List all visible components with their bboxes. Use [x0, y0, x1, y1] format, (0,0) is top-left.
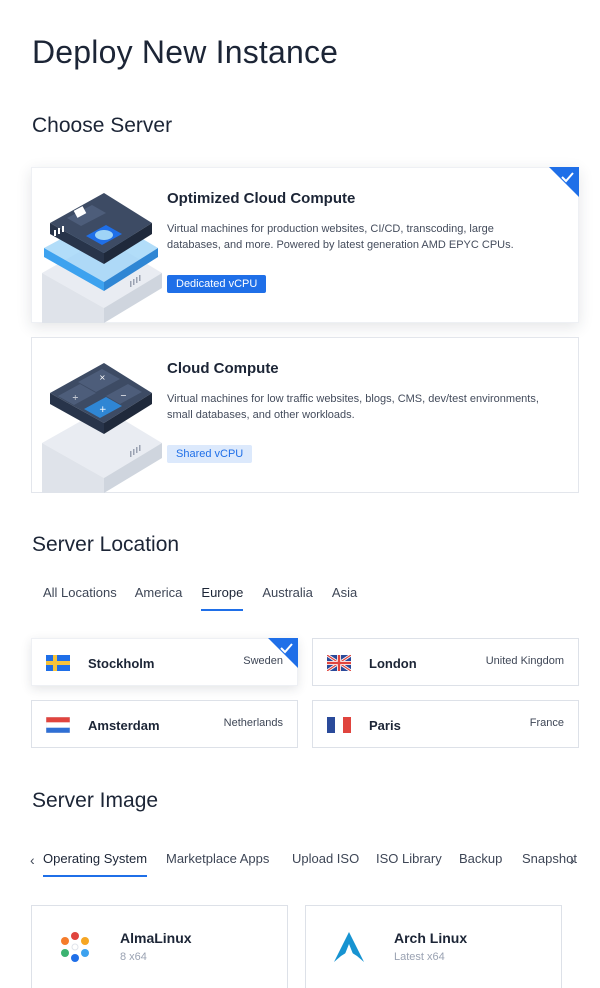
server-title: Cloud Compute: [167, 360, 279, 377]
svg-text:+: +: [99, 405, 107, 415]
location-option-london[interactable]: London United Kingdom: [312, 638, 579, 686]
shared-vcpu-badge: Shared vCPU: [167, 445, 253, 463]
tab-america[interactable]: America: [135, 585, 183, 611]
location-city: Stockholm: [88, 656, 155, 671]
server-description: Virtual machines for low traffic website…: [167, 393, 539, 421]
tab-backup[interactable]: Backup: [459, 851, 502, 875]
server-description: Virtual machines for production websites…: [167, 223, 514, 251]
shared-server-illustration: × ÷ − +: [42, 363, 162, 493]
location-option-amsterdam[interactable]: Amsterdam Netherlands: [31, 700, 298, 748]
svg-text:−: −: [120, 391, 127, 400]
tab-snapshot[interactable]: Snapshot: [522, 851, 577, 875]
location-option-paris[interactable]: Paris France: [312, 700, 579, 748]
tab-iso-library[interactable]: ISO Library: [376, 851, 442, 875]
france-flag-icon: [327, 717, 351, 733]
location-city: Amsterdam: [88, 718, 160, 733]
server-option-optimized-cloud-compute[interactable]: Optimized Cloud Compute Virtual machines…: [31, 167, 579, 323]
section-title-choose-server: Choose Server: [32, 114, 173, 137]
tab-operating-system[interactable]: Operating System: [43, 851, 148, 877]
dedicated-server-illustration: [42, 193, 162, 323]
svg-text:×: ×: [99, 373, 106, 382]
tab-australia[interactable]: Australia: [262, 585, 313, 611]
location-country: United Kingdom: [485, 655, 564, 667]
chevron-right-icon[interactable]: ›: [570, 852, 575, 868]
archlinux-logo-icon: [334, 932, 364, 962]
image-option-archlinux[interactable]: Arch Linux Latest x64: [305, 905, 562, 988]
uk-flag-icon: [327, 655, 351, 671]
location-city: London: [369, 656, 417, 671]
location-country: France: [529, 717, 564, 729]
image-version: 8 x64: [120, 951, 147, 963]
almalinux-logo-icon: [61, 932, 89, 962]
location-tabs: All Locations America Europe Australia A…: [43, 585, 357, 611]
svg-text:÷: ÷: [72, 393, 79, 402]
server-option-cloud-compute[interactable]: × ÷ − + Cloud Compute Virtual machines f…: [31, 337, 579, 493]
section-title-server-location: Server Location: [32, 533, 180, 556]
tab-upload-iso[interactable]: Upload ISO: [292, 851, 359, 875]
netherlands-flag-icon: [46, 717, 70, 733]
selected-check-icon: [549, 167, 579, 197]
image-name: AlmaLinux: [120, 930, 192, 946]
page-title: Deploy New Instance: [32, 34, 339, 70]
dedicated-vcpu-badge: Dedicated vCPU: [167, 275, 267, 293]
image-name: Arch Linux: [394, 930, 468, 946]
location-city: Paris: [369, 718, 401, 733]
location-country: Netherlands: [223, 717, 283, 729]
tab-marketplace-apps[interactable]: Marketplace Apps: [166, 851, 269, 875]
sweden-flag-icon: [46, 655, 70, 671]
tab-europe[interactable]: Europe: [201, 585, 244, 611]
selected-check-icon: [268, 638, 298, 668]
image-tabs: Operating System Marketplace Apps Upload…: [30, 851, 580, 879]
image-option-almalinux[interactable]: AlmaLinux 8 x64: [31, 905, 288, 988]
section-title-server-image: Server Image: [32, 789, 159, 812]
image-version: Latest x64: [394, 951, 445, 963]
tab-all-locations[interactable]: All Locations: [43, 585, 117, 611]
tab-asia[interactable]: Asia: [332, 585, 357, 611]
location-option-stockholm[interactable]: Stockholm Sweden: [31, 638, 298, 686]
server-title: Optimized Cloud Compute: [167, 190, 356, 207]
